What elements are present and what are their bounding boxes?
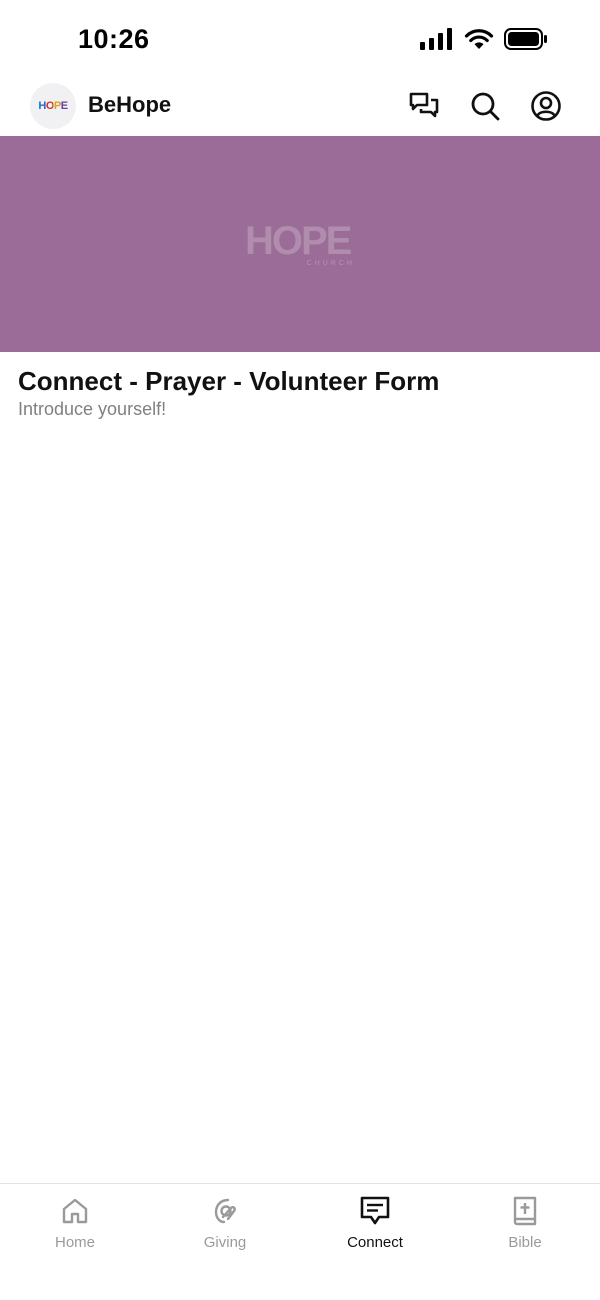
logo-text: HOPE [38, 100, 68, 112]
tab-home[interactable]: Home [0, 1184, 150, 1264]
status-icons [420, 28, 548, 50]
tab-giving[interactable]: Giving [150, 1184, 300, 1264]
tab-label: Bible [508, 1234, 542, 1251]
profile-icon[interactable] [530, 90, 562, 122]
giving-icon [208, 1194, 242, 1228]
tab-label: Home [54, 1234, 95, 1251]
hero-logo-word: HOPE [245, 219, 352, 263]
signal-icon [420, 28, 452, 50]
status-time: 10:26 [78, 24, 150, 54]
wifi-icon [464, 29, 494, 49]
messages-icon[interactable] [408, 90, 440, 122]
battery-icon [504, 28, 547, 50]
app-header: HOPE BeHope [0, 80, 600, 136]
tab-label: Giving [203, 1234, 247, 1251]
hero-logo-sub: CHURCH [306, 260, 355, 267]
status-bar: 10:26 [0, 0, 600, 80]
page-subtitle: Introduce yourself! [18, 399, 167, 419]
tab-label: Connect [347, 1234, 403, 1251]
hero-banner: HOPE CHURCH [0, 136, 600, 352]
app-logo[interactable]: HOPE [30, 83, 76, 129]
tab-bible[interactable]: Bible [450, 1184, 600, 1264]
connect-icon [358, 1194, 392, 1228]
home-icon [58, 1194, 92, 1228]
bible-icon [508, 1194, 542, 1228]
tab-bar: Home Giving Connect Bible [0, 1183, 600, 1300]
tab-connect[interactable]: Connect [300, 1184, 450, 1264]
app-title: BeHope [88, 92, 172, 117]
search-icon[interactable] [469, 90, 501, 122]
hero-logo: HOPE CHURCH [245, 219, 355, 269]
page-title: Connect - Prayer - Volunteer Form [18, 366, 440, 396]
